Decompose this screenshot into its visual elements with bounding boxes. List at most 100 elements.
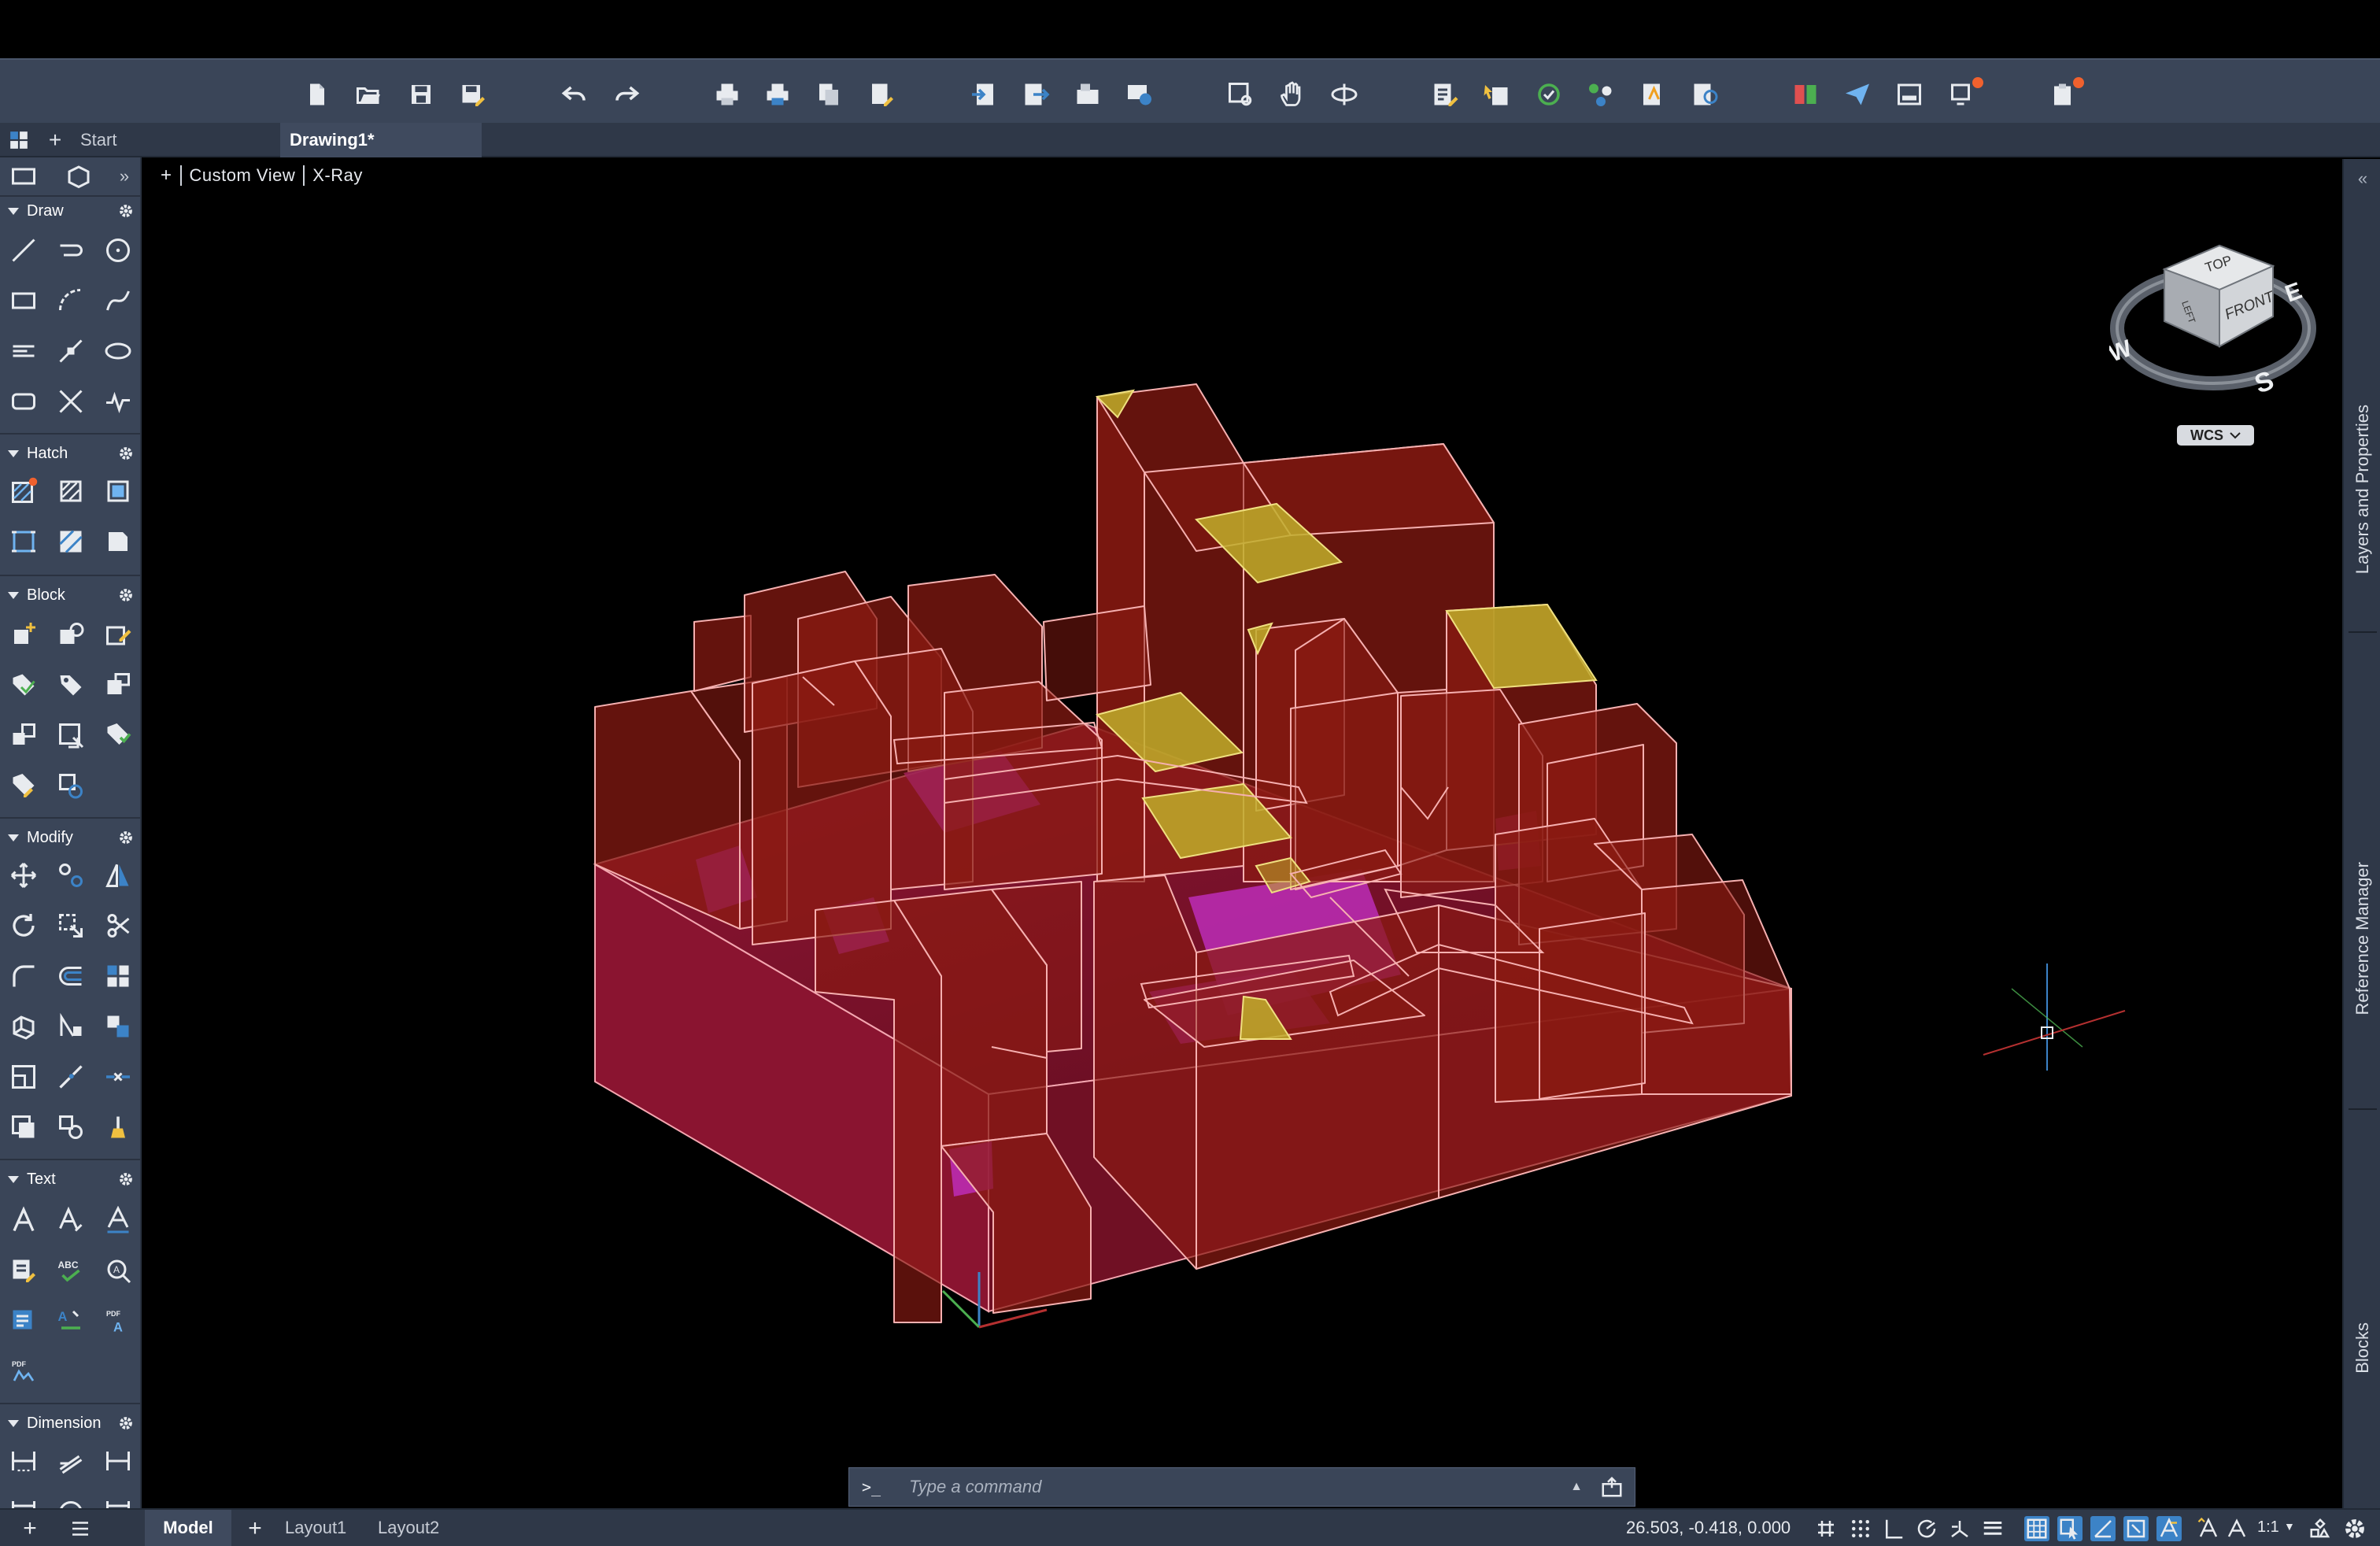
command-prompt-menu[interactable]: >_ <box>862 1478 909 1496</box>
layers-and-properties-tab[interactable]: Layers and Properties <box>2344 309 2380 671</box>
move-icon[interactable] <box>8 860 39 891</box>
dimension-radius-icon[interactable] <box>55 1488 87 1508</box>
dynamic-input-icon[interactable] <box>2090 1516 2116 1541</box>
auto-scale-icon[interactable] <box>2196 1516 2221 1541</box>
undo-icon[interactable] <box>560 80 589 109</box>
section-dimension[interactable]: Dimension <box>0 1409 140 1437</box>
array-icon[interactable] <box>102 960 134 992</box>
hatch-pattern-icon[interactable] <box>55 526 87 557</box>
tab-drawing1[interactable]: Drawing1* <box>280 123 482 157</box>
arc-icon[interactable] <box>55 285 87 316</box>
section-text[interactable]: Text <box>0 1165 140 1193</box>
dimension-baseline-icon[interactable] <box>102 1488 134 1508</box>
blocks-tab[interactable]: Blocks <box>2344 1214 2380 1481</box>
polyline-icon[interactable] <box>55 235 87 266</box>
hatch-icon[interactable] <box>8 475 39 507</box>
compare-icon[interactable] <box>1791 80 1820 109</box>
scale-icon[interactable] <box>55 910 87 941</box>
region-icon[interactable] <box>8 386 39 417</box>
updates-icon[interactable] <box>2049 77 2084 109</box>
block-editor-icon[interactable] <box>102 619 134 650</box>
gear-icon[interactable] <box>118 446 134 461</box>
new-layout-plus-icon[interactable]: + <box>242 1515 268 1541</box>
fillet-icon[interactable] <box>8 960 39 992</box>
copy-icon[interactable] <box>55 860 87 891</box>
trim-icon[interactable] <box>102 910 134 941</box>
construction-line-icon[interactable] <box>55 386 87 417</box>
design-center-icon[interactable] <box>1639 80 1667 109</box>
3d-box-icon[interactable] <box>63 161 94 192</box>
web-mobile-icon[interactable] <box>1125 80 1154 109</box>
compass-east[interactable]: E <box>2282 278 2305 308</box>
grid-icon[interactable] <box>1813 1516 1839 1541</box>
autocorrect-icon[interactable]: A <box>55 1305 87 1337</box>
edit-polyline-icon[interactable] <box>8 1111 39 1143</box>
tab-layout2[interactable]: Layout2 <box>368 1510 449 1546</box>
dimension-aligned-icon[interactable] <box>55 1445 87 1477</box>
spline-icon[interactable] <box>102 285 134 316</box>
layout-list-icon[interactable] <box>68 1516 93 1541</box>
pdf-import-icon[interactable]: PDF <box>8 1356 39 1387</box>
edit-text-icon[interactable] <box>8 1255 39 1286</box>
pdf-text-icon[interactable]: PDF A <box>102 1305 134 1337</box>
send-icon[interactable] <box>1843 80 1872 109</box>
tab-layout1[interactable]: Layout1 <box>275 1510 356 1546</box>
explode-icon[interactable] <box>8 1011 39 1042</box>
command-input[interactable] <box>909 1473 1571 1501</box>
define-attribute-icon[interactable] <box>102 669 134 701</box>
new-file-icon[interactable] <box>303 80 331 109</box>
base-point-icon[interactable] <box>55 719 87 751</box>
import-icon[interactable] <box>970 80 998 109</box>
section-draw[interactable]: Draw <box>0 197 140 225</box>
line-icon[interactable] <box>8 235 39 266</box>
gear-icon[interactable] <box>118 587 134 603</box>
pan-hand-icon[interactable] <box>1278 80 1306 109</box>
workspace-switch-icon[interactable] <box>2308 1516 2333 1541</box>
erase-icon[interactable] <box>102 1111 134 1143</box>
lineweight-icon[interactable] <box>1980 1516 2005 1541</box>
annotation-scale-value[interactable]: 1:1 <box>2257 1518 2279 1537</box>
spell-check-icon[interactable]: ABC <box>55 1255 87 1286</box>
dimension-angular-icon[interactable] <box>8 1488 39 1508</box>
attribute-icon[interactable] <box>8 669 39 701</box>
publish-icon[interactable] <box>815 80 843 109</box>
grid-menu-icon[interactable] <box>5 126 33 154</box>
edit-hatch-icon[interactable] <box>8 526 39 557</box>
circle-icon[interactable] <box>102 235 134 266</box>
tab-model[interactable]: Model <box>145 1510 231 1546</box>
dimension-continue-icon[interactable] <box>102 1445 134 1477</box>
notifications-icon[interactable] <box>1949 77 1983 109</box>
viewport-menu-plus[interactable]: + <box>161 165 172 187</box>
visual-style[interactable]: X-Ray <box>312 165 363 186</box>
polar-tracking-icon[interactable] <box>1914 1516 1939 1541</box>
chevron-down-icon[interactable]: ▼ <box>2284 1520 2295 1533</box>
snap-icon[interactable] <box>1848 1516 1873 1541</box>
object-snap-icon[interactable] <box>2123 1516 2149 1541</box>
section-block[interactable]: Block <box>0 581 140 609</box>
break-icon[interactable] <box>55 1061 87 1093</box>
view-name[interactable]: Custom View <box>190 165 296 186</box>
settings-gear-icon[interactable] <box>2342 1516 2367 1541</box>
zoom-window-icon[interactable] <box>1226 80 1255 109</box>
export-icon[interactable] <box>1022 80 1050 109</box>
isodraft-icon[interactable] <box>1947 1516 1972 1541</box>
revcloud-icon[interactable] <box>102 386 134 417</box>
replace-block-icon[interactable] <box>55 770 87 801</box>
gear-icon[interactable] <box>118 1171 134 1187</box>
join-icon[interactable] <box>102 1011 134 1042</box>
xline-icon[interactable] <box>55 335 87 367</box>
orbit-icon[interactable] <box>1330 80 1358 109</box>
join-segments-icon[interactable] <box>102 1061 134 1093</box>
annotation-scale-icon[interactable] <box>2224 1516 2249 1541</box>
command-history-up-icon[interactable]: ▲ <box>1570 1480 1583 1494</box>
redo-icon[interactable] <box>612 80 641 109</box>
gradient-icon[interactable] <box>55 475 87 507</box>
text-style-icon[interactable] <box>102 1204 134 1236</box>
stretch-icon[interactable] <box>55 1011 87 1042</box>
hatch-lines-icon[interactable] <box>8 335 39 367</box>
annotation-visibility-icon[interactable] <box>2156 1516 2182 1541</box>
find-text-icon[interactable]: A <box>102 1255 134 1286</box>
boundary-icon[interactable] <box>102 475 134 507</box>
batch-plot-icon[interactable] <box>763 80 792 109</box>
ortho-icon[interactable] <box>1881 1516 1906 1541</box>
